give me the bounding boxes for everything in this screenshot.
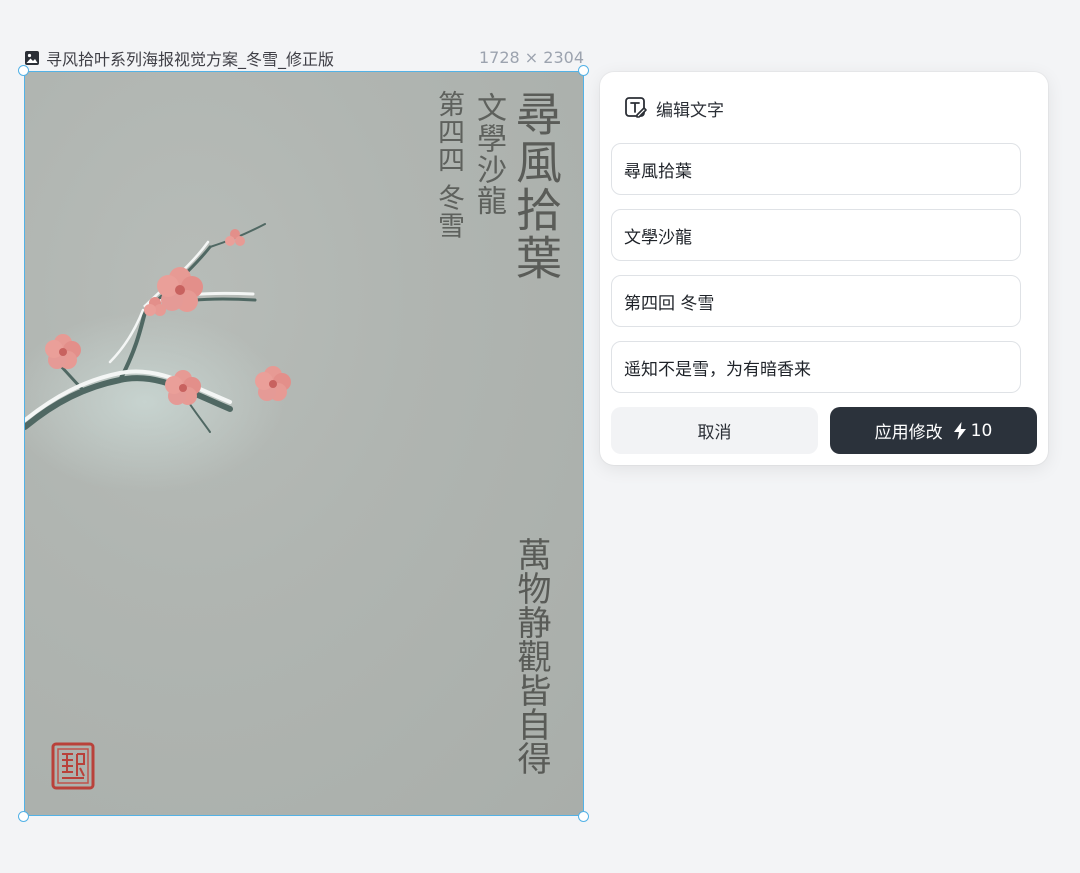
resize-handle-top-left[interactable] [18, 65, 29, 76]
resize-handle-bottom-right[interactable] [578, 811, 589, 822]
text-edit-icon [625, 97, 647, 118]
image-dimensions: 1728 × 2304 [478, 48, 584, 67]
file-name: 寻风拾叶系列海报视觉方案_冬雪_修正版 [46, 50, 335, 69]
image-icon [25, 51, 39, 65]
apply-label: 应用修改 [874, 423, 943, 443]
panel-header: 编辑文字 [624, 94, 724, 122]
cancel-button[interactable]: 取消 [611, 407, 818, 454]
apply-cost-value: 10 [970, 420, 993, 441]
text-field-quote[interactable]: 遥知不是雪，为有暗香来 [611, 341, 1021, 393]
edit-text-panel: 编辑文字 尋風拾葉 文學沙龍 第四回 冬雪 遥知不是雪，为有暗香来 取消 应用修… [600, 72, 1048, 465]
field-value: 文學沙龍 [624, 227, 692, 248]
field-value: 遥知不是雪，为有暗香来 [624, 359, 811, 380]
selection-frame [24, 71, 584, 816]
apply-changes-button[interactable]: 应用修改 10 [830, 407, 1037, 454]
canvas-file-title: 寻风拾叶系列海报视觉方案_冬雪_修正版 1728 × 2304 [24, 46, 584, 70]
text-field-chapter[interactable]: 第四回 冬雪 [611, 275, 1021, 327]
text-field-title[interactable]: 尋風拾葉 [611, 143, 1021, 195]
field-value: 尋風拾葉 [624, 161, 692, 182]
resize-handle-bottom-left[interactable] [18, 811, 29, 822]
apply-cost: 10 [953, 420, 993, 441]
cancel-label: 取消 [697, 423, 732, 443]
lightning-icon [953, 421, 966, 440]
field-value: 第四回 冬雪 [624, 293, 715, 314]
text-field-subtitle[interactable]: 文學沙龍 [611, 209, 1021, 261]
panel-title: 编辑文字 [656, 100, 724, 121]
resize-handle-top-right[interactable] [578, 65, 589, 76]
